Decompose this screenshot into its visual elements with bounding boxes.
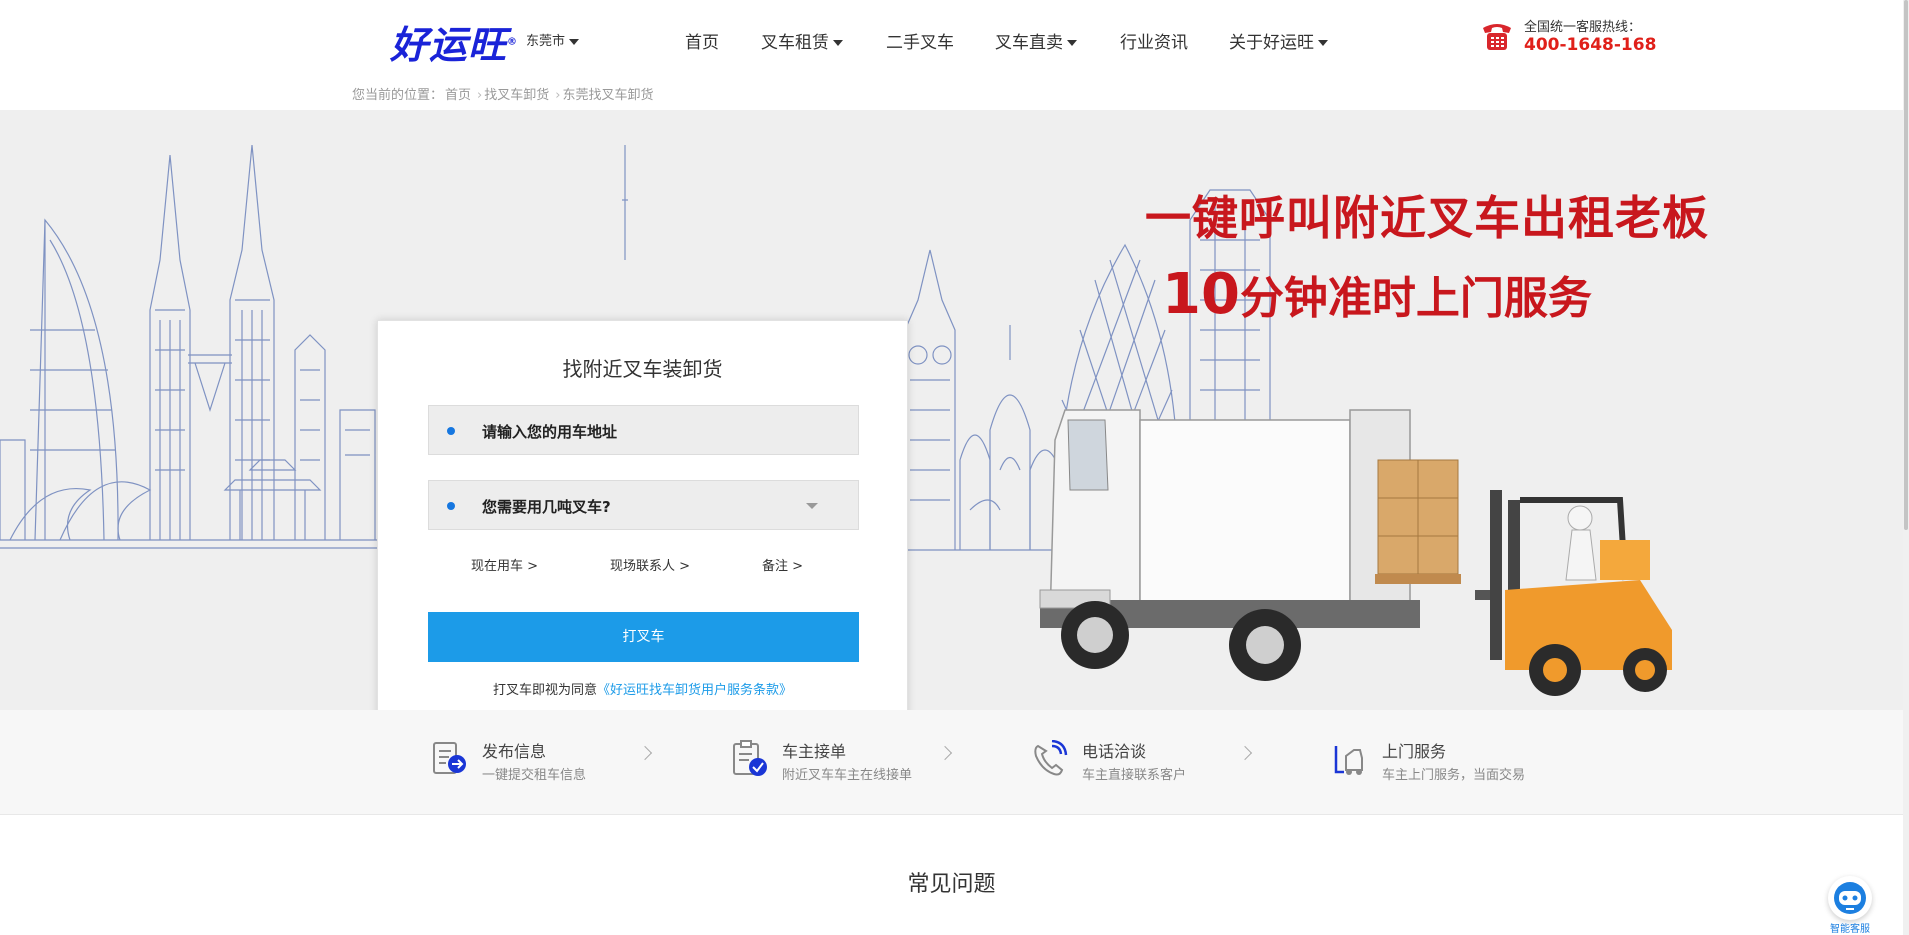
nav-home[interactable]: 首页	[685, 28, 719, 53]
order-icon	[733, 740, 767, 776]
nav-forklift-rental[interactable]: 叉车租赁	[761, 28, 843, 53]
hero-slogan-number: 10	[1162, 262, 1240, 327]
site-logo[interactable]: 好运旺®	[390, 14, 518, 69]
nav-forklift-direct-sale[interactable]: 叉车直卖	[995, 28, 1077, 53]
address-placeholder: 请输入您的用车地址	[482, 423, 618, 441]
option-use-now[interactable]: 现在用车 >	[471, 555, 538, 574]
tonnage-placeholder: 您需要用几吨叉车?	[482, 498, 611, 516]
chevron-down-icon	[1318, 40, 1328, 46]
chevron-down-icon	[833, 40, 843, 46]
hero-slogan-text: 分钟准时上门服务	[1239, 273, 1592, 324]
form-title: 找附近叉车装卸货	[562, 357, 723, 381]
chevron-down-icon	[569, 38, 580, 45]
breadcrumb-prefix: 您当前的位置：	[352, 88, 444, 103]
breadcrumb-item[interactable]: 找叉车卸货	[484, 88, 549, 103]
terms-link[interactable]: 《好运旺找车卸货用户服务条款》	[597, 683, 792, 698]
forklift-icon	[1334, 746, 1363, 775]
nav-used-forklift[interactable]: 二手叉车	[886, 28, 954, 53]
chevron-right-icon	[637, 745, 653, 761]
hero-slogan-1: 一键呼叫附近叉车出租老板	[1145, 191, 1709, 245]
forklift-illustration	[1475, 490, 1672, 696]
chevron-right-icon	[937, 745, 953, 761]
site-header: 好运旺® 东莞市 首页 叉车租赁 二手叉车 叉车直卖 行业资讯 关于好运旺 全国…	[0, 0, 1909, 88]
telephone-icon	[1483, 24, 1511, 50]
hotline-number[interactable]: 400-1648-168	[1524, 35, 1656, 55]
chevron-down-icon	[806, 503, 818, 509]
page-scrollbar[interactable]	[1903, 0, 1909, 935]
breadcrumb-separator: ›	[477, 88, 483, 103]
robot-icon	[1828, 876, 1872, 920]
booking-form-card: 找附近叉车装卸货 请输入您的用车地址 您需要用几吨叉车? 现在用车 > 现场联系…	[377, 320, 908, 710]
submit-button[interactable]: 打叉车	[428, 612, 859, 662]
breadcrumb-item[interactable]: 首页	[445, 88, 471, 103]
breadcrumb-item: 东莞找叉车卸货	[562, 88, 654, 103]
tonnage-select[interactable]: 您需要用几吨叉车?	[428, 480, 859, 530]
faq-heading: 常见问题	[907, 872, 996, 897]
breadcrumb: 您当前的位置： 首页 › 找叉车卸货 › 东莞找叉车卸货	[352, 84, 655, 103]
city-selector[interactable]: 东莞市	[526, 30, 580, 49]
option-site-contact[interactable]: 现场联系人 >	[610, 555, 690, 574]
chevron-down-icon	[1067, 40, 1077, 46]
breadcrumb-separator: ›	[555, 88, 561, 103]
hero-banner: 一键呼叫附近叉车出租老板 10分钟准时上门服务 找附近叉车装卸货 请输入您的用车…	[0, 110, 1903, 710]
address-input[interactable]: 请输入您的用车地址	[428, 405, 859, 455]
publish-icon	[433, 742, 466, 774]
smart-service-label: 智能客服	[1830, 924, 1870, 935]
hotline-title: 全国统一客服热线：	[1524, 20, 1642, 35]
nav-industry-news[interactable]: 行业资讯	[1120, 28, 1188, 53]
bullet-dot-icon	[447, 502, 455, 510]
option-remark[interactable]: 备注 >	[762, 555, 803, 574]
scrollbar-thumb[interactable]	[1904, 0, 1908, 530]
truck-illustration	[1039, 409, 1461, 681]
phone-call-icon	[1034, 740, 1068, 776]
bullet-dot-icon	[447, 427, 455, 435]
nav-about[interactable]: 关于好运旺	[1229, 28, 1328, 53]
chevron-right-icon	[1237, 745, 1253, 761]
smart-service-widget[interactable]: 智能客服	[1822, 872, 1878, 935]
hero-slogan-2: 10分钟准时上门服务	[1162, 262, 1592, 327]
agreement-text: 打叉车即视为同意《好运旺找车卸货用户服务条款》	[492, 683, 793, 698]
service-steps: 发布信息 一键提交租车信息 车主接单 附近叉车车主在线接单 电话洽谈 车主直接联…	[0, 710, 1903, 815]
